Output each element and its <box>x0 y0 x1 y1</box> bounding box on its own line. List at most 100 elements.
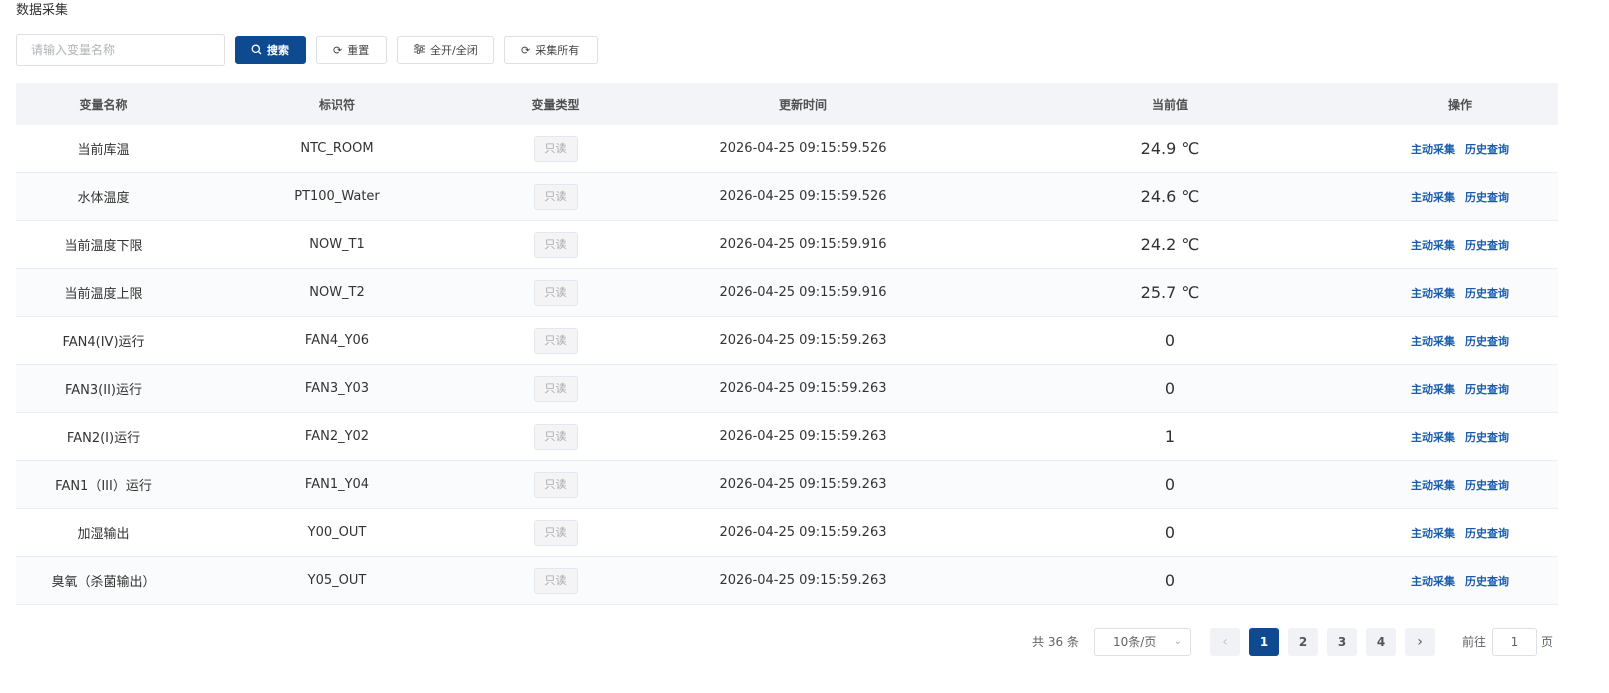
search-button[interactable]: 搜索 <box>235 36 306 64</box>
cell-updated: 2026-04-25 09:15:59.916 <box>719 237 887 252</box>
cell-identifier: FAN3_Y03 <box>304 381 370 396</box>
cell-updated: 2026-04-25 09:15:59.263 <box>719 381 887 396</box>
toggle-all-button[interactable]: 全开/全闭 <box>397 36 494 64</box>
history-query-link[interactable]: 历史查询 <box>1465 191 1509 204</box>
page-button-3[interactable]: 3 <box>1327 628 1357 656</box>
next-page-button[interactable]: › <box>1405 628 1435 656</box>
cell-value: 24.9 ℃ <box>1140 139 1200 158</box>
cell-type: 只读 <box>483 375 628 402</box>
table-row: 臭氧（杀菌输出） Y05_OUT 只读 2026-04-25 09:15:59.263… <box>16 557 1558 605</box>
table-row: 当前库温 NTC_ROOM 只读 2026-04-25 09:15:59.526 24.… <box>16 125 1558 173</box>
active-collect-link[interactable]: 主动采集 <box>1411 143 1455 156</box>
readonly-tag: 只读 <box>533 231 578 258</box>
cell-updated: 2026-04-25 09:15:59.263 <box>719 525 887 540</box>
table-row: 水体温度 PT100_Water 只读 2026-04-25 09:15:59.526… <box>16 173 1558 221</box>
cell-value: 0 <box>1164 475 1176 494</box>
cell-name: FAN4(IV)运行 <box>62 335 145 350</box>
active-collect-link[interactable]: 主动采集 <box>1411 191 1455 204</box>
table-row: 当前温度下限 NOW_T1 只读 2026-04-25 09:15:59.916 24.… <box>16 221 1558 269</box>
history-query-link[interactable]: 历史查询 <box>1465 479 1509 492</box>
readonly-tag: 只读 <box>533 519 578 546</box>
cell-name: 当前温度下限 <box>64 239 143 254</box>
cell-actions: 主动采集 历史查询 <box>1362 381 1558 397</box>
prev-page-button[interactable]: ‹ <box>1210 628 1240 656</box>
history-query-link[interactable]: 历史查询 <box>1465 239 1509 252</box>
cell-value: 24.2 ℃ <box>1140 235 1200 254</box>
goto-prefix: 前往 <box>1462 635 1487 649</box>
readonly-tag: 只读 <box>533 327 578 354</box>
refresh-icon: ⟳ <box>521 43 531 57</box>
table-row: FAN1（III）运行 FAN1_Y04 只读 2026-04-25 09:15:59… <box>16 461 1558 509</box>
history-query-link[interactable]: 历史查询 <box>1465 335 1509 348</box>
cell-name: 当前温度上限 <box>64 287 143 302</box>
cell-identifier: FAN2_Y02 <box>304 429 370 444</box>
table-row: 当前温度上限 NOW_T2 只读 2026-04-25 09:15:59.916 25.… <box>16 269 1558 317</box>
active-collect-link[interactable]: 主动采集 <box>1411 527 1455 540</box>
search-button-label: 搜索 <box>267 44 289 57</box>
history-query-link[interactable]: 历史查询 <box>1465 143 1509 156</box>
search-input[interactable] <box>16 34 225 66</box>
cell-value: 24.6 ℃ <box>1140 187 1200 206</box>
cell-value: 0 <box>1164 571 1176 590</box>
active-collect-link[interactable]: 主动采集 <box>1411 479 1455 492</box>
readonly-tag: 只读 <box>533 279 578 306</box>
goto-suffix: 页 <box>1541 635 1554 649</box>
cell-updated: 2026-04-25 09:15:59.526 <box>719 189 887 204</box>
history-query-link[interactable]: 历史查询 <box>1465 575 1509 588</box>
pagination: 共 36 条 10条/页 ⌄ ‹ 1 2 3 4 › 前往 页 <box>0 628 1609 656</box>
active-collect-link[interactable]: 主动采集 <box>1411 335 1455 348</box>
header-actions: 操作 <box>1447 97 1472 112</box>
cell-actions: 主动采集 历史查询 <box>1362 189 1558 205</box>
page-button-2[interactable]: 2 <box>1288 628 1318 656</box>
readonly-tag: 只读 <box>533 183 578 210</box>
data-table: 变量名称 标识符 变量类型 更新时间 当前值 操作 当前库温 NTC_ROOM 只读… <box>16 83 1558 605</box>
sliders-icon <box>414 44 425 56</box>
table-row: FAN2(I)运行 FAN2_Y02 只读 2026-04-25 09:15:59.2… <box>16 413 1558 461</box>
table-header: 变量名称 标识符 变量类型 更新时间 当前值 操作 <box>16 83 1558 125</box>
page-size-select[interactable]: 10条/页 ⌄ <box>1094 628 1191 656</box>
table-body: 当前库温 NTC_ROOM 只读 2026-04-25 09:15:59.526 24.… <box>16 125 1558 605</box>
cell-name: 臭氧（杀菌输出） <box>51 575 156 590</box>
collect-all-button[interactable]: ⟳ 采集所有 <box>504 36 598 64</box>
table-row: FAN4(IV)运行 FAN4_Y06 只读 2026-04-25 09:15:59.… <box>16 317 1558 365</box>
collect-all-button-label: 采集所有 <box>535 44 580 57</box>
history-query-link[interactable]: 历史查询 <box>1465 431 1509 444</box>
cell-actions: 主动采集 历史查询 <box>1362 237 1558 253</box>
cell-actions: 主动采集 历史查询 <box>1362 429 1558 445</box>
cell-type: 只读 <box>483 423 628 450</box>
cell-actions: 主动采集 历史查询 <box>1362 285 1558 301</box>
history-query-link[interactable]: 历史查询 <box>1465 383 1509 396</box>
page-button-1[interactable]: 1 <box>1249 628 1279 656</box>
active-collect-link[interactable]: 主动采集 <box>1411 239 1455 252</box>
cell-identifier: NOW_T2 <box>309 285 365 300</box>
table-row: FAN3(II)运行 FAN3_Y03 只读 2026-04-25 09:15:59.… <box>16 365 1558 413</box>
reset-button[interactable]: ⟳ 重置 <box>316 36 387 64</box>
cell-value: 1 <box>1164 427 1176 446</box>
header-identifier: 标识符 <box>318 97 355 112</box>
active-collect-link[interactable]: 主动采集 <box>1411 383 1455 396</box>
chevron-right-icon: › <box>1417 634 1423 650</box>
cell-updated: 2026-04-25 09:15:59.526 <box>719 141 887 156</box>
refresh-icon: ⟳ <box>333 43 343 57</box>
cell-type: 只读 <box>483 567 628 594</box>
active-collect-link[interactable]: 主动采集 <box>1411 431 1455 444</box>
goto-page-input[interactable] <box>1492 628 1537 656</box>
toolbar: 搜索 ⟳ 重置 全开/全闭 ⟳ 采集所有 <box>16 34 598 66</box>
history-query-link[interactable]: 历史查询 <box>1465 527 1509 540</box>
cell-identifier: NOW_T1 <box>309 237 365 252</box>
cell-type: 只读 <box>483 231 628 258</box>
cell-updated: 2026-04-25 09:15:59.263 <box>719 429 887 444</box>
cell-name: 当前库温 <box>77 143 130 158</box>
cell-identifier: Y05_OUT <box>307 573 367 588</box>
cell-updated: 2026-04-25 09:15:59.263 <box>719 573 887 588</box>
chevron-left-icon: ‹ <box>1222 634 1228 650</box>
cell-type: 只读 <box>483 135 628 162</box>
cell-actions: 主动采集 历史查询 <box>1362 141 1558 157</box>
page-button-4[interactable]: 4 <box>1366 628 1396 656</box>
active-collect-link[interactable]: 主动采集 <box>1411 287 1455 300</box>
active-collect-link[interactable]: 主动采集 <box>1411 575 1455 588</box>
history-query-link[interactable]: 历史查询 <box>1465 287 1509 300</box>
chevron-down-icon: ⌄ <box>1173 636 1182 647</box>
cell-identifier: NTC_ROOM <box>300 141 374 156</box>
cell-name: FAN2(I)运行 <box>66 431 141 446</box>
